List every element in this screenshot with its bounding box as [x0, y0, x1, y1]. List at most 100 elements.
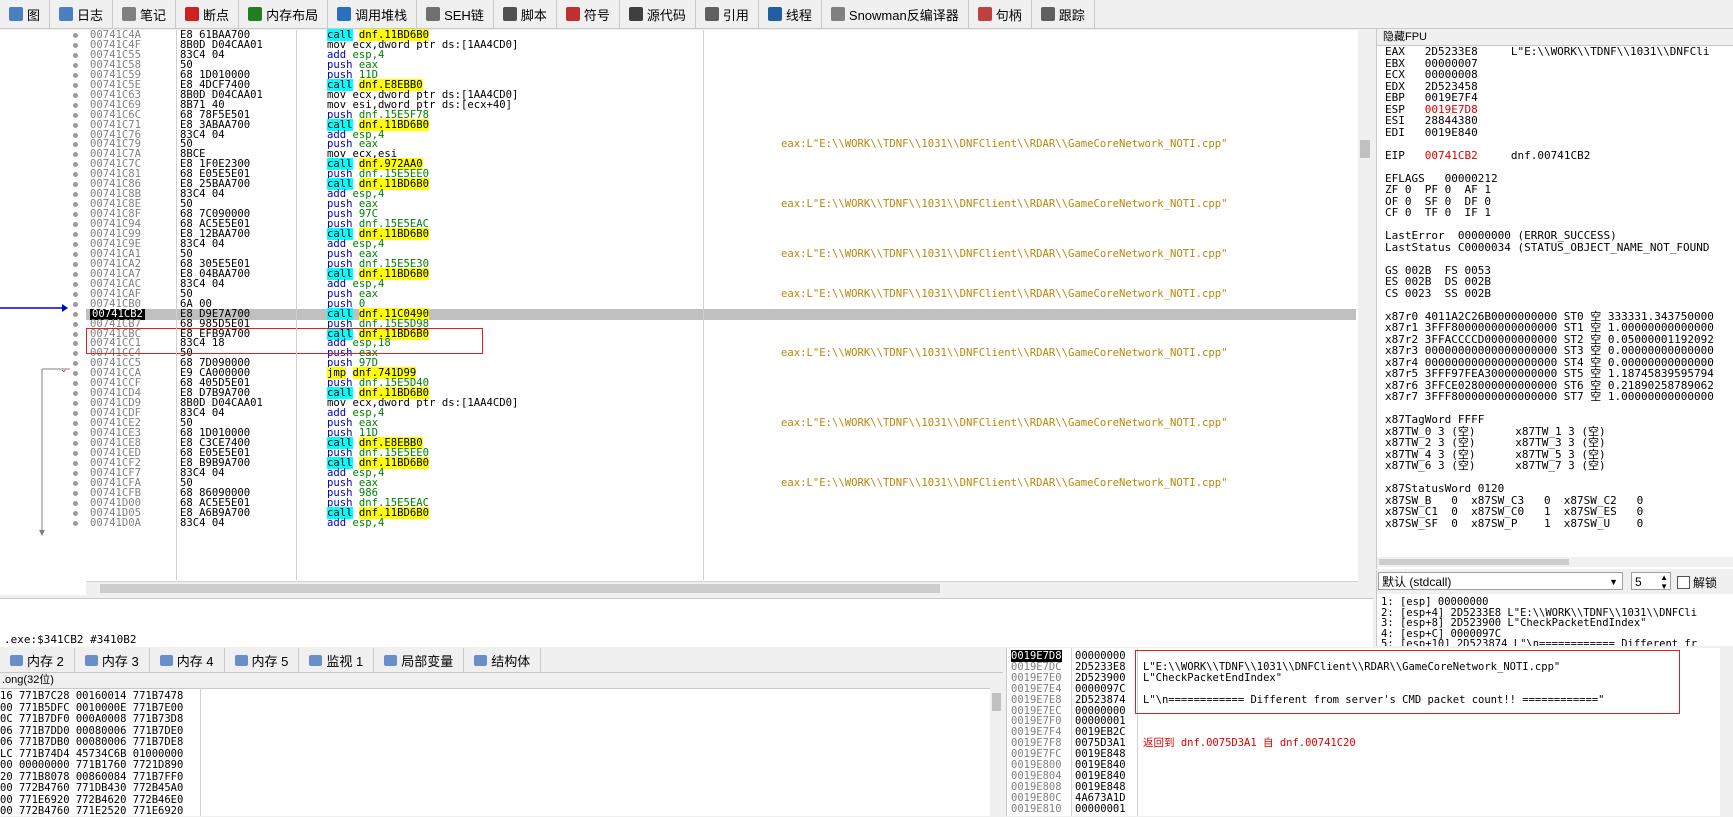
register-line[interactable]: LastStatus C0000034 (STATUS_OBJECT_NAME_…: [1385, 241, 1710, 254]
memory-icon: [10, 654, 23, 666]
disassembly-hscrollbar[interactable]: [86, 581, 1358, 596]
breakpoint-dot-icon[interactable]: [73, 440, 78, 446]
breakpoint-dot-icon[interactable]: [73, 301, 78, 307]
disassembly-pane[interactable]: ⌄ 00741C4A E8 61BAA700 call dnf.11BD6B0 007…: [0, 29, 1359, 596]
dump-line[interactable]: 00 772B4760 771E2520 771E6920: [0, 805, 183, 817]
registers-pane[interactable]: 隐藏FPU EAX 2D5233E8 L"E:\\WORK\\TDNF\\103…: [1376, 29, 1733, 569]
disassembly-lines[interactable]: 00741C4A E8 61BAA700 call dnf.11BD6B0 00741…: [86, 29, 1356, 580]
breakpoint-dot-icon[interactable]: [73, 241, 78, 247]
breakpoint-dot-icon[interactable]: [73, 52, 78, 58]
dump-line[interactable]: 00 772B4760 771DB430 772B45A0: [0, 782, 183, 794]
dump-tab-6[interactable]: 结构体: [464, 648, 542, 672]
tab-12[interactable]: Snowman反编译器: [821, 0, 969, 28]
breakpoint-dot-icon[interactable]: [73, 132, 78, 138]
memory-map-icon: [248, 7, 263, 21]
tab-4[interactable]: 内存布局: [239, 0, 329, 28]
watch-icon: [309, 654, 323, 666]
stack-vscrollbar[interactable]: [1720, 648, 1733, 816]
breakpoint-dot-icon[interactable]: [73, 520, 78, 526]
tab-0[interactable]: 图: [0, 0, 51, 28]
stack-pane[interactable]: 0019E7D8 00000000 0019E7DC 2D5233E8 L"E:\\WO…: [1006, 648, 1733, 816]
register-line[interactable]: x87SW_SF 0 x87SW_P 1 x87SW_U 0: [1385, 517, 1643, 530]
breakpoint-dot-icon[interactable]: [73, 331, 78, 337]
dump-line[interactable]: 06 771B7DB0 00080006 771B7DE8: [0, 736, 183, 748]
call-convention-select[interactable]: 默认 (stdcall) ▼: [1378, 572, 1623, 590]
dump-tab-2[interactable]: 内存 4: [150, 648, 225, 672]
register-line[interactable]: CS 0023 SS 002B: [1385, 287, 1491, 300]
tab-13[interactable]: 句柄: [968, 0, 1032, 28]
dump-line[interactable]: 06 771B7DD0 00080006 771B7DE0: [0, 725, 183, 737]
breakpoint-dot-icon[interactable]: [73, 102, 78, 108]
dump-tab-5[interactable]: 局部变量: [374, 648, 465, 672]
register-line[interactable]: EDI 0019E840: [1385, 126, 1478, 139]
breakpoint-dot-icon[interactable]: [73, 510, 78, 516]
register-line[interactable]: EIP 00741CB2 dnf.00741CB2: [1385, 149, 1590, 162]
dump-line[interactable]: 16 771B7C28 00160014 771B7478: [0, 690, 183, 702]
register-line[interactable]: CF 0 TF 0 IF 1: [1385, 207, 1491, 219]
stack-row[interactable]: 0019E810 00000001: [1007, 803, 1733, 815]
dump-line[interactable]: LC 771B74D4 45734C6B 01000000: [0, 748, 183, 760]
register-line[interactable]: x87TW_6 3 (空) x87TW_7 3 (空): [1385, 460, 1606, 472]
breakpoint-dot-icon[interactable]: [73, 72, 78, 78]
breakpoint-dot-icon[interactable]: [73, 62, 78, 68]
breakpoint-dot-icon[interactable]: [73, 480, 78, 486]
tab-8[interactable]: 符号: [556, 0, 620, 28]
breakpoint-dot-icon[interactable]: [73, 271, 78, 277]
column-separator[interactable]: [703, 30, 704, 580]
memory-dump-pane[interactable]: .ong(32位) 16 771B7C28 00160014 771B7478 0…: [0, 673, 1003, 817]
tab-10[interactable]: 引用: [695, 0, 759, 28]
breakpoint-dot-icon[interactable]: [73, 122, 78, 128]
breakpoint-dot-icon[interactable]: [73, 311, 78, 317]
dump-line[interactable]: 20 771B8078 00860084 771B7FF0: [0, 771, 183, 783]
tab-7[interactable]: 脚本: [493, 0, 557, 28]
dump-tab-1[interactable]: 内存 3: [75, 648, 150, 672]
info-text: .exe:$341CB2 #3410B2: [4, 633, 137, 646]
breakpoint-dot-icon[interactable]: [73, 321, 78, 327]
breakpoint-dot-icon[interactable]: [73, 232, 78, 237]
tab-11[interactable]: 线程: [758, 0, 822, 28]
dump-line[interactable]: 00 00000000 771B1760 7721D890: [0, 759, 183, 771]
disasm-row[interactable]: 00741D0A 83C4 04 add esp,4: [86, 516, 1356, 529]
dump-tab-3[interactable]: 内存 5: [225, 648, 300, 672]
breakpoint-dot-icon[interactable]: [73, 281, 78, 287]
disasm-bytes: 83C4 04: [180, 516, 225, 529]
hide-fpu-toggle[interactable]: 隐藏FPU: [1377, 29, 1733, 46]
breakpoint-dot-icon[interactable]: [73, 42, 78, 48]
breakpoint-dot-icon[interactable]: [73, 470, 78, 476]
breakpoint-dot-icon[interactable]: [73, 261, 78, 267]
tab-1[interactable]: 日志: [50, 0, 114, 28]
breakpoint-dot-icon[interactable]: [73, 460, 78, 466]
disassembly-vscrollbar[interactable]: [1358, 30, 1372, 595]
dump-vscrollbar[interactable]: [990, 673, 1003, 816]
breakpoint-dot-icon[interactable]: [73, 450, 78, 456]
column-separator[interactable]: [296, 30, 297, 580]
breakpoint-dot-icon[interactable]: [73, 92, 78, 98]
tab-5[interactable]: 调用堆栈: [328, 0, 418, 28]
dump-line[interactable]: 0C 771B7DF0 000A0008 771B73D8: [0, 713, 183, 725]
dump-tab-0[interactable]: 内存 2: [0, 648, 75, 672]
dump-line[interactable]: 00 771E6920 772B4620 772B46E0: [0, 794, 183, 806]
tab-2[interactable]: 笔记: [113, 0, 177, 28]
breakpoint-dot-icon[interactable]: [73, 500, 78, 506]
tab-9[interactable]: 源代码: [619, 0, 696, 28]
breakpoint-dot-icon[interactable]: [73, 490, 78, 496]
dump-line[interactable]: 00 771B5DFC 0010000E 771B7E00: [0, 702, 183, 714]
arguments-pane[interactable]: 1: [esp] 00000000 2: [esp+4] 2D5233E8 L"E…: [1376, 594, 1733, 646]
breakpoint-dot-icon[interactable]: [73, 112, 78, 118]
branch-gutter: ⌄: [0, 30, 86, 580]
arg-count-spinner[interactable]: 5 ▲ ▼: [1631, 572, 1671, 591]
tab-6[interactable]: SEH链: [417, 0, 494, 28]
dump-tab-4[interactable]: 监视 1: [299, 648, 375, 672]
breakpoint-dot-icon[interactable]: [73, 33, 78, 38]
register-line[interactable]: x87r7 3FFF8000000000000000 ST7 空 1.00000…: [1385, 391, 1714, 403]
breakpoint-dot-icon[interactable]: [73, 291, 78, 297]
unlock-checkbox[interactable]: 解锁: [1677, 574, 1717, 591]
registers-hscrollbar[interactable]: [1377, 557, 1733, 567]
tab-14[interactable]: 跟踪: [1031, 0, 1095, 28]
argument-line[interactable]: 5: [esp+10] 2D523874 L"\n============ Di…: [1381, 638, 1697, 646]
tab-3[interactable]: 断点: [176, 0, 240, 28]
column-separator[interactable]: [176, 30, 177, 580]
breakpoint-dot-icon[interactable]: [73, 431, 78, 436]
breakpoint-dot-icon[interactable]: [73, 82, 78, 88]
breakpoint-dot-icon[interactable]: [73, 251, 78, 257]
